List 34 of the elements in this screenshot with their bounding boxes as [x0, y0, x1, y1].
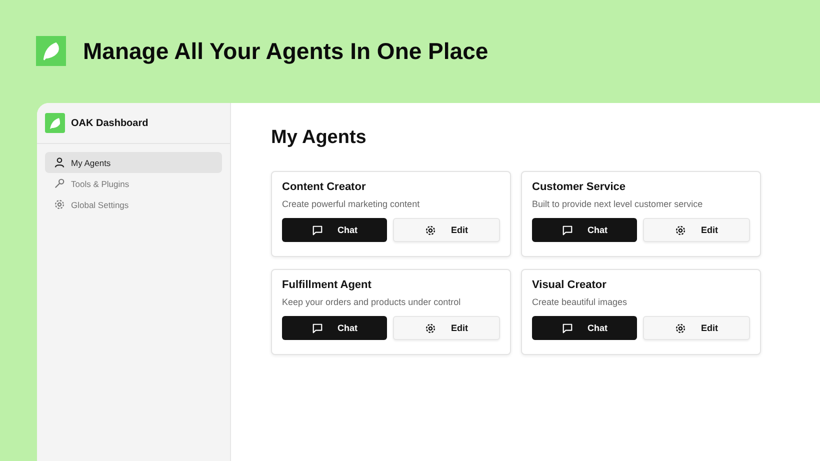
- gear-icon: [675, 224, 686, 236]
- nav-item[interactable]: Tools & Plugins: [45, 173, 222, 194]
- chat-button[interactable]: Chat: [282, 316, 387, 340]
- chat-bubble-icon: [312, 224, 322, 236]
- gear-icon: [425, 224, 436, 236]
- agent-name: Content Creator: [282, 181, 367, 193]
- agent-description: Create powerful marketing content: [282, 199, 421, 209]
- nav-item[interactable]: Global Settings: [45, 194, 222, 215]
- edit-button[interactable]: Edit: [393, 218, 500, 242]
- chat-bubble-icon: [312, 322, 322, 334]
- chat-bubble-icon: [562, 322, 572, 334]
- agent-name: Fulfillment Agent: [282, 279, 372, 291]
- page-title: Manage All Your Agents In One Place: [83, 37, 488, 66]
- app-name: OAK Dashboard: [71, 118, 148, 128]
- agent-description: Built to provide next level customer service: [532, 199, 704, 209]
- agent-name: Customer Service: [532, 181, 627, 193]
- chat-button[interactable]: Chat: [282, 218, 387, 242]
- edit-button[interactable]: Edit: [643, 316, 750, 340]
- chat-button[interactable]: Chat: [532, 316, 637, 340]
- chat-bubble-icon: [562, 224, 572, 236]
- gear-icon: [54, 199, 65, 210]
- leaf-logo-icon: [36, 36, 66, 66]
- chat-button[interactable]: Chat: [532, 218, 637, 242]
- edit-button[interactable]: Edit: [643, 218, 750, 242]
- agent-name: Visual Creator: [532, 279, 608, 291]
- edit-button[interactable]: Edit: [393, 316, 500, 340]
- leaf-logo-icon: [45, 113, 65, 133]
- gear-icon: [675, 322, 686, 334]
- section-heading: My Agents: [271, 127, 368, 149]
- person-icon: [54, 157, 65, 168]
- nav-item[interactable]: My Agents: [45, 152, 222, 173]
- agent-description: Create beautiful images: [532, 297, 628, 307]
- agent-description: Keep your orders and products under control: [282, 297, 462, 307]
- gear-icon: [425, 322, 436, 334]
